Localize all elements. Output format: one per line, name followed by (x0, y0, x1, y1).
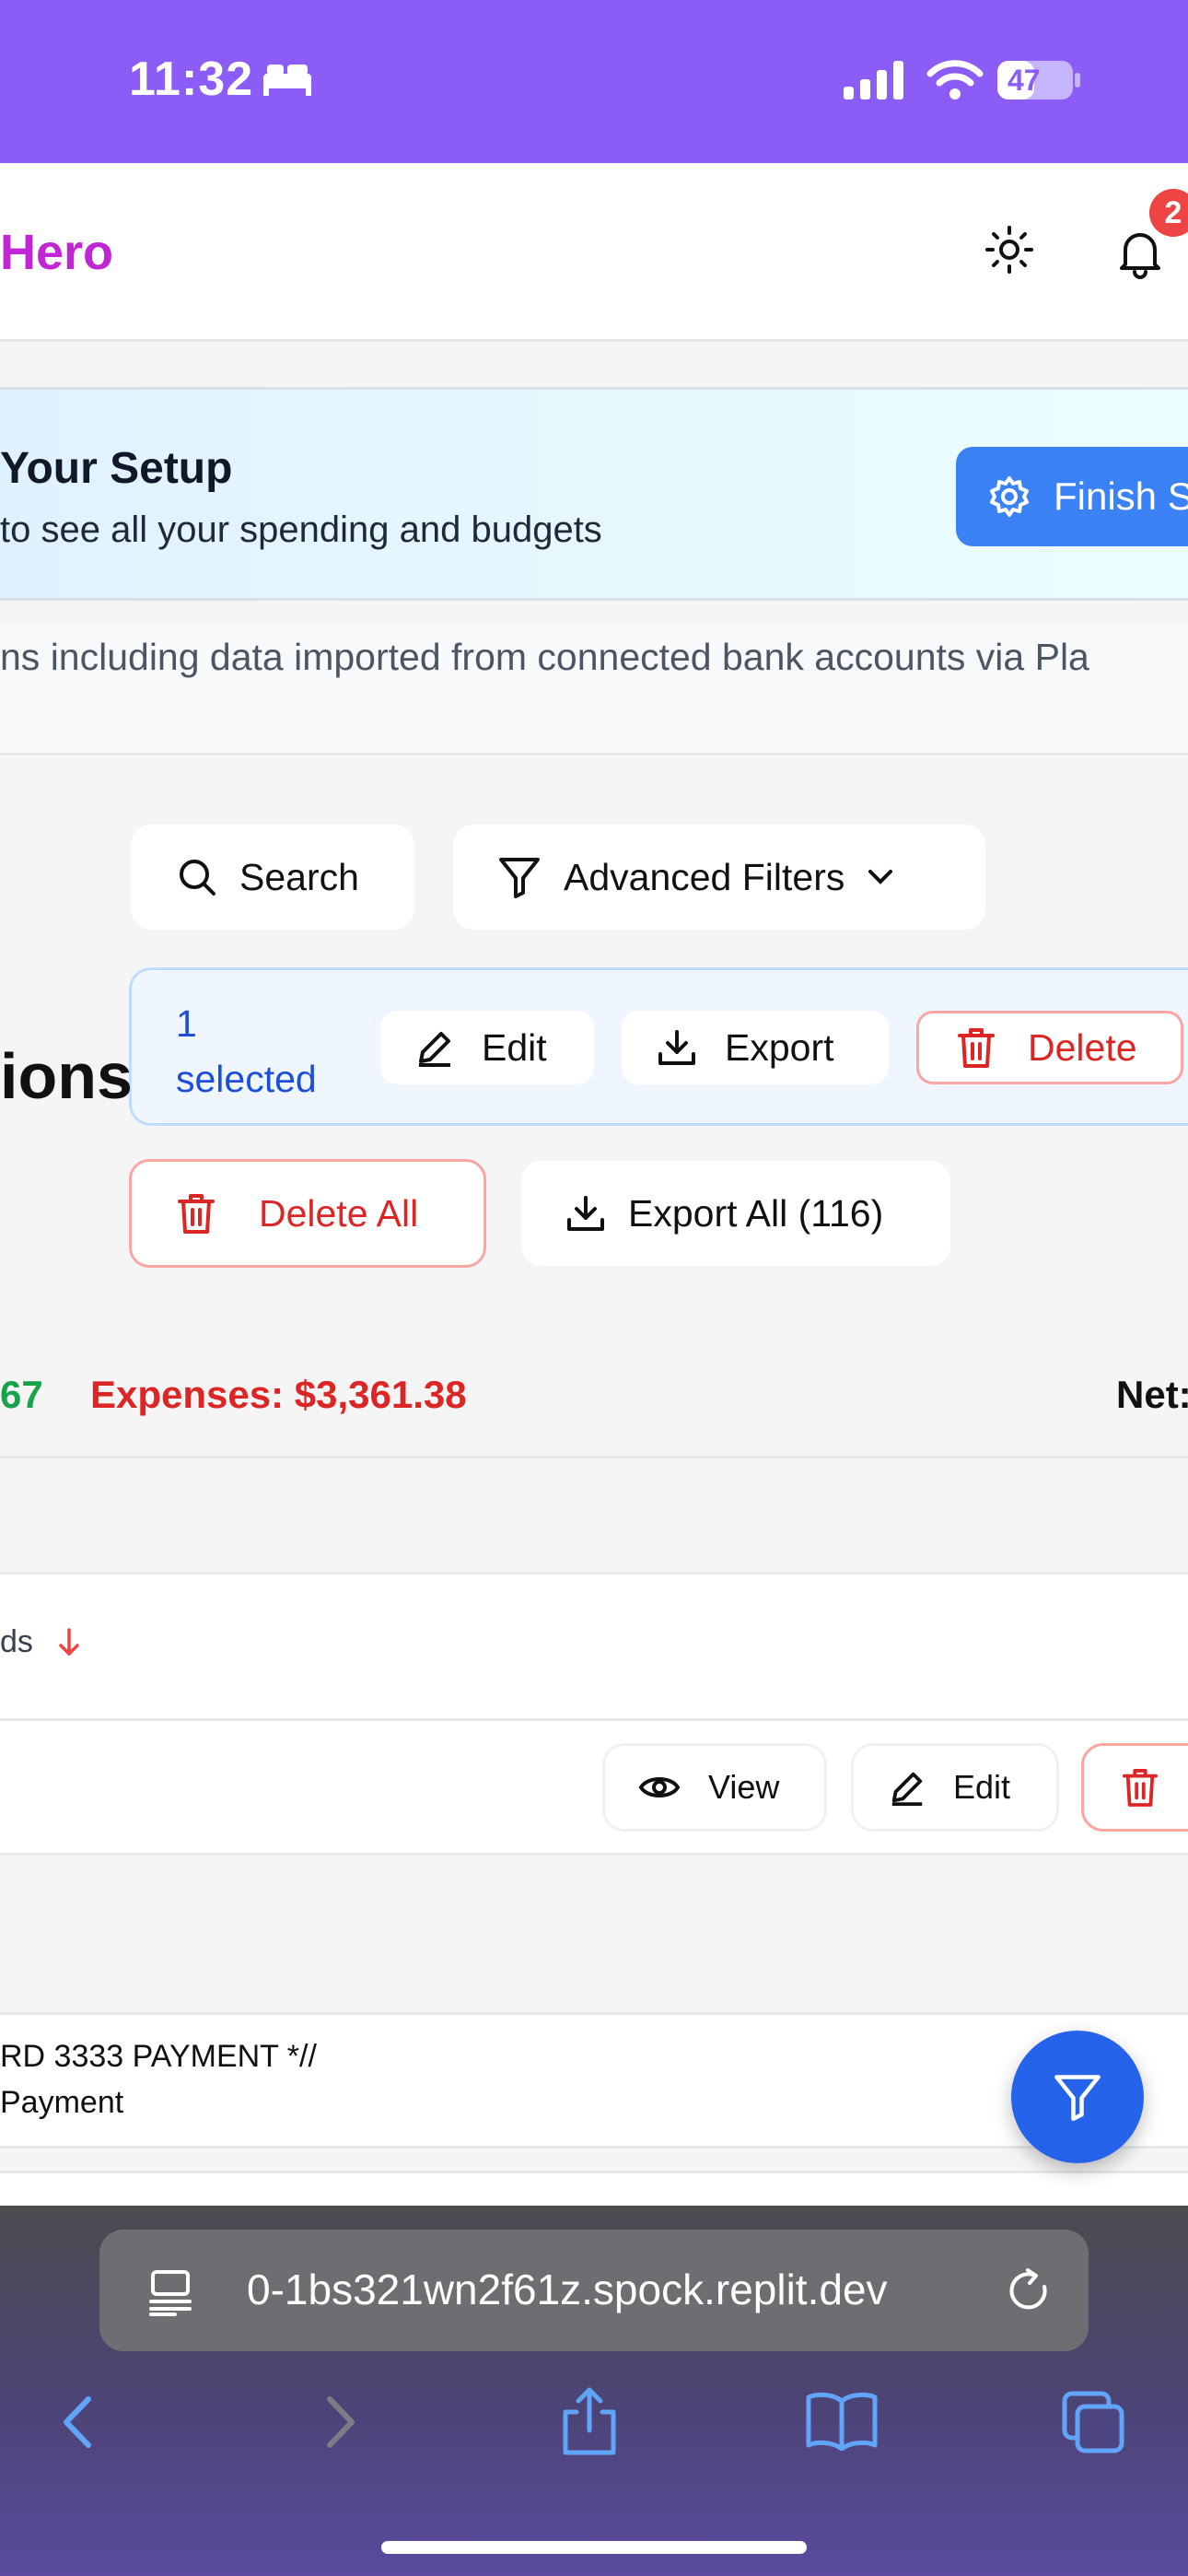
delete-selected-button[interactable]: Delete (916, 1011, 1183, 1084)
finish-setup-button[interactable]: Finish S (956, 447, 1188, 546)
selected-label: selected (176, 1058, 317, 1100)
selected-count: 1 (176, 1002, 197, 1045)
address-bar[interactable]: 0-1bs321wn2f61z.spock.replit.dev (99, 2230, 1089, 2351)
income-total: 67 (0, 1373, 43, 1416)
bookmarks-icon[interactable] (805, 2392, 879, 2451)
view-row-label: View (708, 1768, 780, 1806)
delete-all-label: Delete All (259, 1191, 419, 1235)
back-icon[interactable] (48, 2390, 112, 2454)
app-header: Hero 2 (0, 163, 1188, 342)
search-icon (180, 860, 215, 896)
page-description: ns including data imported from connecte… (0, 636, 1089, 678)
search-button[interactable]: Search (131, 825, 414, 930)
page-title: ions (0, 1040, 133, 1112)
trash-icon (1123, 1769, 1158, 1807)
wifi-icon (926, 60, 984, 100)
export-selected-label: Export (725, 1025, 834, 1069)
sleep-focus-icon (263, 64, 311, 96)
home-indicator[interactable] (381, 2541, 807, 2554)
cellular-signal-icon (844, 61, 903, 100)
edit-selected-button[interactable]: Edit (380, 1011, 594, 1084)
pencil-icon (891, 1772, 923, 1806)
trash-icon (178, 1194, 215, 1234)
pencil-icon (419, 1032, 450, 1067)
divider (0, 1456, 1188, 1458)
net-total: Net: (1116, 1373, 1188, 1416)
selection-bar: 1 selected Edit Export Delete (129, 967, 1188, 1126)
export-selected-button[interactable]: Export (622, 1011, 889, 1084)
table-row: View Edit (0, 1721, 1188, 1856)
forward-icon[interactable] (306, 2390, 370, 2454)
edit-row-label: Edit (953, 1768, 1011, 1806)
filter-icon (499, 858, 540, 898)
battery-icon: 47 (996, 60, 1081, 100)
setup-banner-subtitle: to see all your spending and budgets (0, 509, 602, 550)
advanced-filters-button[interactable]: Advanced Filters (453, 825, 985, 930)
floating-filter-button[interactable] (1011, 2031, 1144, 2163)
brand-logo-text[interactable]: Hero (0, 224, 113, 281)
setup-banner: Your Setup to see all your spending and … (0, 387, 1188, 601)
eye-icon (638, 1777, 681, 1797)
status-bar: 11:32 47 (0, 0, 1188, 163)
sort-descending-icon[interactable] (57, 1626, 81, 1657)
table-row[interactable]: RD 3333 PAYMENT *// Payment (0, 2012, 1188, 2149)
delete-selected-label: Delete (1028, 1025, 1137, 1069)
download-icon (567, 1196, 604, 1231)
tabs-icon[interactable] (1061, 2390, 1125, 2454)
export-all-label: Export All (116) (628, 1191, 884, 1235)
delete-all-button[interactable]: Delete All (129, 1159, 486, 1268)
transaction-category: Payment (0, 2085, 124, 2120)
trash-icon (958, 1028, 995, 1068)
battery-level: 47 (1007, 64, 1041, 97)
share-icon[interactable] (556, 2386, 623, 2456)
export-all-button[interactable]: Export All (116) (521, 1161, 950, 1266)
gear-icon (990, 476, 1029, 517)
setup-banner-title: Your Setup (0, 444, 233, 493)
browser-toolbar: 0-1bs321wn2f61z.spock.replit.dev (0, 2206, 1188, 2576)
transaction-description: RD 3333 PAYMENT *// (0, 2039, 317, 2074)
filter-icon (1054, 2075, 1101, 2121)
selected-count-text: 1 selected (176, 996, 360, 1107)
table-row[interactable] (0, 2171, 1188, 2207)
finish-setup-label: Finish S (1054, 474, 1188, 518)
reload-icon[interactable] (1006, 2266, 1054, 2314)
table-header: ds (0, 1572, 1188, 1721)
edit-selected-label: Edit (482, 1025, 547, 1069)
expenses-total: Expenses: $3,361.38 (90, 1373, 467, 1416)
theme-toggle-sun-icon[interactable] (984, 224, 1035, 275)
page-menu-icon[interactable] (147, 2268, 193, 2316)
notifications-bell-icon[interactable] (1112, 226, 1168, 281)
edit-row-button[interactable]: Edit (851, 1743, 1059, 1832)
delete-row-button[interactable] (1081, 1743, 1188, 1832)
advanced-filters-label: Advanced Filters (564, 855, 845, 898)
url-text: 0-1bs321wn2f61z.spock.replit.dev (247, 2266, 888, 2313)
status-time: 11:32 (129, 53, 254, 106)
chevron-down-icon (868, 870, 893, 884)
download-icon (658, 1030, 695, 1065)
search-button-label: Search (239, 855, 359, 898)
column-header-label[interactable]: ds (0, 1624, 33, 1660)
view-row-button[interactable]: View (602, 1743, 827, 1832)
